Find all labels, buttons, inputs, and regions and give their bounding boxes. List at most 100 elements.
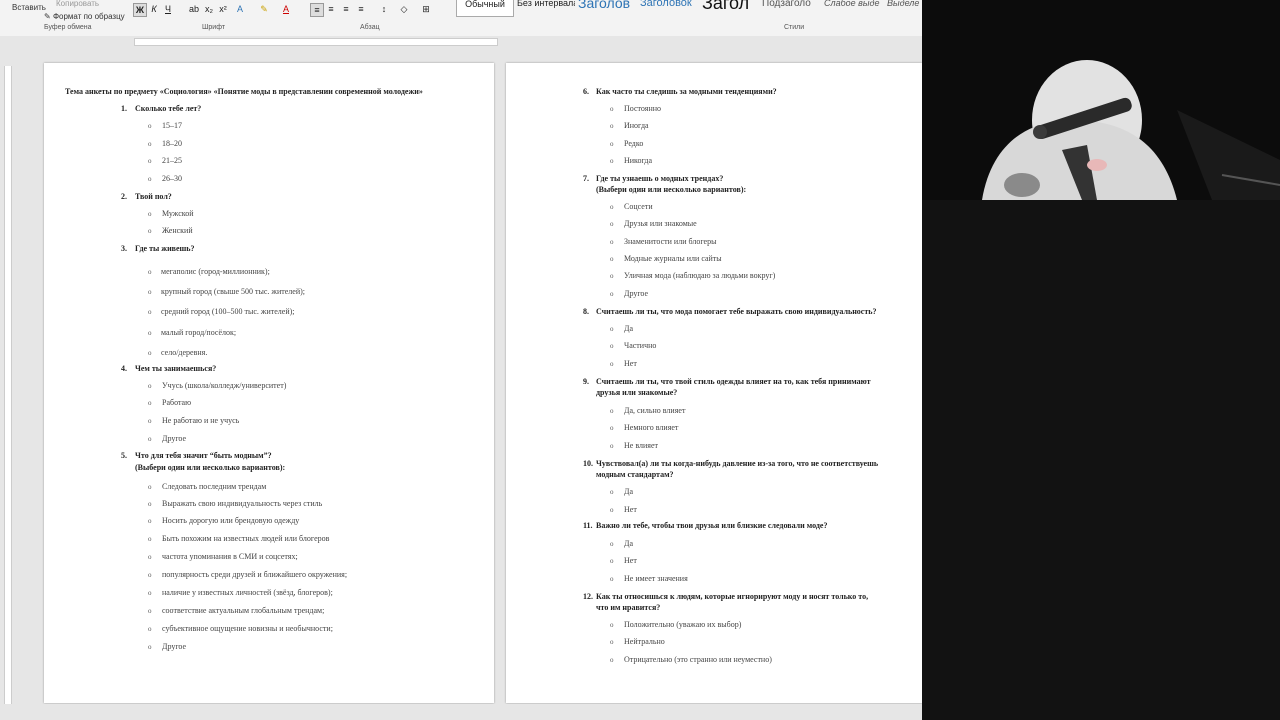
question-subtext: модным стандартам? — [596, 470, 674, 479]
question-text: Чувствовал(а) ли ты когда-нибудь давлени… — [596, 459, 879, 468]
align-right-icon[interactable]: ≡ — [340, 3, 352, 15]
align-center-icon[interactable]: ≡ — [325, 3, 337, 15]
answer-option: наличие у известных личностей (звёзд, бл… — [162, 588, 333, 597]
question-number: 7. — [583, 174, 589, 183]
bullet-icon: o — [148, 589, 152, 597]
document-page-1[interactable]: Тема анкеты по предмету «Социология» «По… — [44, 63, 494, 703]
bullet-icon: o — [610, 140, 614, 148]
format-painter-button[interactable]: ✎ Формат по образцу — [44, 12, 125, 21]
bullet-icon: o — [610, 442, 614, 450]
question-number: 11. — [583, 521, 593, 530]
bullet-icon: o — [148, 643, 152, 651]
answer-option: Другое — [162, 434, 187, 443]
question-text: Где ты узнаешь о модных трендах? — [596, 174, 724, 183]
answer-option: Выражать свою индивидуальность через сти… — [162, 499, 323, 508]
answer-option: село/деревня. — [161, 348, 208, 357]
question-text: Как ты относишься к людям, которые игнор… — [596, 592, 869, 601]
italic-button[interactable]: К — [148, 3, 160, 15]
bullet-icon: o — [610, 203, 614, 211]
bullet-icon: o — [148, 435, 152, 443]
desktop-background — [922, 200, 1280, 720]
vertical-ruler[interactable] — [0, 46, 14, 720]
bullet-icon: o — [148, 288, 152, 296]
text-effects-icon[interactable]: A — [234, 3, 246, 15]
question-number: 10. — [583, 459, 593, 468]
answer-option: Носить дорогую или брендовую одежду — [162, 516, 300, 525]
bullet-icon: o — [610, 290, 614, 298]
answer-option: Быть похожим на известных людей или блог… — [162, 534, 330, 543]
bullet-icon: o — [610, 272, 614, 280]
question-text: Считаешь ли ты, что мода помогает тебе в… — [596, 307, 877, 316]
line-spacing-icon[interactable]: ↕ — [378, 3, 390, 15]
style-emphasis[interactable]: Выделе — [887, 0, 921, 15]
bullet-icon: o — [610, 656, 614, 664]
answer-option: Положительно (уважаю их выбор) — [624, 620, 742, 629]
question-text: Важно ли тебе, чтобы твои друзья или бли… — [596, 521, 828, 530]
answer-option: Да — [624, 487, 634, 496]
bullet-icon: o — [610, 105, 614, 113]
answer-option: Учусь (школа/колледж/университет) — [162, 381, 287, 390]
answer-option: Работаю — [162, 398, 192, 407]
document-page-2[interactable]: 6. Как часто ты следишь за модными тенде… — [506, 63, 922, 703]
answer-option: Другое — [162, 642, 187, 651]
bullet-icon: o — [148, 625, 152, 633]
underline-button[interactable]: Ч — [162, 3, 174, 15]
highlight-icon[interactable]: ✎ — [258, 3, 270, 15]
answer-option: соответствие актуальным глобальным тренд… — [162, 606, 325, 615]
answer-option: Нет — [624, 359, 637, 368]
bullet-icon: o — [610, 360, 614, 368]
style-heading-1[interactable]: Заголов — [578, 0, 636, 12]
style-subtitle[interactable]: Подзаголо — [762, 0, 820, 15]
style-no-spacing[interactable]: Без интервала — [517, 0, 575, 15]
answer-option: Уличная мода (наблюдаю за людьми вокруг) — [624, 271, 776, 280]
bold-button[interactable]: Ж — [133, 3, 147, 17]
bullet-icon: o — [610, 638, 614, 646]
answer-option: Да, сильно влияет — [624, 406, 686, 415]
answer-option: Немного влияет — [624, 423, 679, 432]
bullet-icon: o — [610, 255, 614, 263]
align-left-icon[interactable]: ≡ — [310, 3, 324, 17]
bullet-icon: o — [148, 227, 152, 235]
bullet-icon: o — [148, 157, 152, 165]
bullet-icon: o — [610, 540, 614, 548]
bullet-icon: o — [148, 517, 152, 525]
bullet-icon: o — [148, 308, 152, 316]
answer-option: популярность среди друзей и ближайшего о… — [162, 570, 348, 579]
style-normal[interactable]: Обычный — [456, 0, 514, 17]
style-subtle-emphasis[interactable]: Слабое выде — [824, 0, 882, 15]
bullet-icon: o — [148, 140, 152, 148]
question-subtext: что им нравится? — [596, 603, 661, 612]
question-subtext: (Выбери один или несколько вариантов): — [135, 463, 286, 472]
bullet-icon: o — [148, 382, 152, 390]
font-color-icon[interactable]: A — [280, 3, 292, 15]
bullet-icon: o — [610, 557, 614, 565]
answer-option: крупный город (свыше 500 тыс. жителей); — [161, 287, 305, 296]
paragraph-group-label: Абзац — [360, 24, 380, 31]
justify-icon[interactable]: ≡ — [355, 3, 367, 15]
shading-icon[interactable]: ◇ — [398, 3, 410, 15]
style-title[interactable]: Загол — [702, 0, 760, 10]
question-text: Считаешь ли ты, что твой стиль одежды вл… — [596, 377, 871, 386]
copy-button[interactable]: Копировать — [56, 0, 99, 8]
question-number: 2. — [121, 192, 127, 201]
subscript-icon[interactable]: x₂ — [203, 3, 215, 15]
borders-icon[interactable]: ⊞ — [420, 3, 432, 15]
paste-button[interactable]: Вставить — [12, 3, 46, 12]
bullet-icon: o — [148, 417, 152, 425]
bullet-icon: o — [148, 175, 152, 183]
answer-option: 15–17 — [162, 121, 182, 130]
answer-option: 18–20 — [162, 139, 182, 148]
answer-option: Нет — [624, 556, 637, 565]
horizontal-ruler[interactable] — [0, 36, 922, 46]
answer-option: Частично — [624, 341, 657, 350]
answer-option: Соцсети — [624, 202, 653, 211]
strikethrough-icon[interactable]: ab — [188, 3, 200, 15]
bullet-icon: o — [148, 399, 152, 407]
question-number: 1. — [121, 104, 127, 113]
horizontal-scrollbar[interactable] — [0, 704, 922, 720]
answer-option: Мужской — [162, 209, 194, 218]
style-heading-2[interactable]: Заголовок — [640, 0, 698, 14]
answer-option: Не влияет — [624, 441, 658, 450]
bullet-icon: o — [610, 122, 614, 130]
superscript-icon[interactable]: x² — [217, 3, 229, 15]
